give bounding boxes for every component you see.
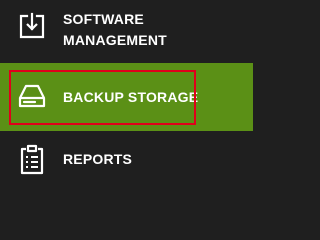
sidebar-item-label-line-1: SOFTWARE (63, 11, 144, 27)
sidebar-item-label: BACKUP STORAGE (63, 89, 199, 105)
sidebar-item-software-management[interactable]: SOFTWARE MANAGEMENT (0, 0, 253, 63)
sidebar-item-backup-storage[interactable]: BACKUP STORAGE (0, 63, 253, 131)
download-tray-icon (16, 10, 48, 42)
sidebar-item-label: REPORTS (63, 151, 133, 167)
sidebar-item-label-line-2: MANAGEMENT (63, 32, 167, 48)
clipboard-icon (16, 143, 48, 175)
drive-icon (16, 81, 48, 113)
sidebar-nav: SOFTWARE MANAGEMENT BACKUP STORAGE REPOR… (0, 0, 253, 203)
sidebar-item-reports[interactable]: REPORTS (0, 131, 253, 203)
sidebar-item-label: SOFTWARE MANAGEMENT (63, 9, 167, 51)
